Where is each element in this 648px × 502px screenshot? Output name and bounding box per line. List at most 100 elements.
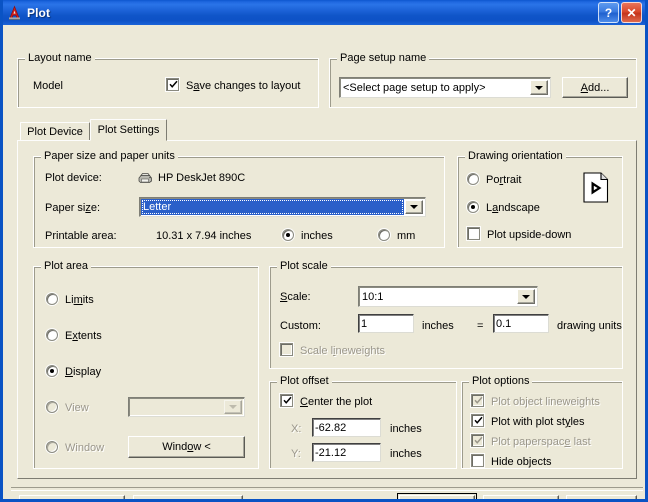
title-bar[interactable]: Plot ? ✕ [3, 0, 645, 25]
plot-area-group: Plot area LimitsLimits ExtentsExtents Di… [33, 260, 259, 469]
scale-lineweights-checkbox [280, 343, 293, 356]
units-mm-radio[interactable] [378, 229, 390, 241]
chevron-down-icon [224, 400, 242, 414]
plot-offset-group-title: Plot offset [277, 375, 332, 387]
hide-objects-checkbox[interactable] [471, 454, 484, 467]
plot-area-extents-label: ExtentsExtents [65, 330, 102, 342]
dialog-client-area: Layout name Model SaSave changes to layo… [3, 25, 645, 499]
plot-options-group: Plot options Plot object lineweights Plo… [461, 375, 623, 469]
close-icon[interactable]: ✕ [621, 2, 642, 23]
offset-x-input[interactable]: -62.82 [312, 418, 381, 437]
offset-x-label: X: [291, 423, 302, 435]
printable-area-value: 10.31 x 7.94 inches [156, 230, 252, 242]
checkmark-icon [169, 80, 178, 88]
plot-area-view-combo [128, 397, 245, 417]
ok-button[interactable]: OK [397, 493, 477, 499]
paper-size-label: Paper size:Paper size: [45, 202, 101, 214]
plot-area-extents-radio[interactable] [46, 329, 58, 341]
tab-plot-device-label: Plot Device [27, 126, 83, 138]
add-page-setup-button[interactable]: Add...Add... [562, 77, 628, 98]
plot-with-plot-styles-label: Plot with plot stylesPlot with plot styl… [491, 416, 585, 428]
chevron-down-icon[interactable] [405, 200, 423, 214]
checkmark-icon [283, 396, 292, 404]
chevron-down-icon[interactable] [530, 80, 548, 95]
orientation-landscape-label: LandscapeLandscape [486, 202, 540, 214]
plot-area-view-radio [46, 401, 58, 413]
plot-area-window-radio [46, 441, 58, 453]
plot-options-group-title: Plot options [469, 375, 533, 387]
radio-dot [471, 205, 475, 209]
scale-label: Scale:Scale: [280, 291, 311, 303]
plot-upside-down-label: Plot upside-down [487, 229, 572, 241]
plot-device-label: Plot device: [45, 172, 102, 184]
full-preview-button[interactable]: Full Preview...Full Preview... [19, 495, 125, 499]
custom-units-value: 0.1 [496, 317, 512, 330]
save-changes-checkbox[interactable] [166, 78, 179, 91]
equals-sign: = [477, 320, 484, 332]
radio-dot [50, 369, 54, 373]
layout-name-group-title: Layout name [25, 52, 95, 64]
plot-paperspace-last-label: Plot paperspace lastPlot paperspace last [491, 436, 591, 448]
orientation-portrait-radio[interactable] [467, 173, 479, 185]
paper-size-combo[interactable]: Letter [139, 197, 426, 217]
plot-object-lineweights-label: Plot object lineweights [491, 396, 600, 408]
custom-units-input[interactable]: 0.1 [493, 314, 549, 333]
paper-size-group: Paper size and paper units Plot device: … [33, 150, 445, 248]
plot-area-view-label: View [65, 402, 89, 414]
drawing-units-label: drawing units [557, 320, 622, 332]
offset-y-value: -21.12 [315, 446, 347, 459]
plot-with-plot-styles-checkbox[interactable] [471, 414, 484, 427]
custom-inches-value: 1 [361, 317, 368, 330]
layout-name-group: Layout name Model SaSave changes to layo… [17, 52, 319, 108]
landscape-page-icon [583, 172, 609, 203]
footer-divider [11, 487, 643, 491]
scale-lineweights-label: Scale lineweightsScale lineweights [300, 345, 386, 357]
center-the-plot-label: Center the plotCenter the plot [300, 396, 373, 408]
tab-plot-settings[interactable]: Plot Settings [90, 119, 167, 141]
partial-preview-button[interactable]: Partial Preview...Partial Preview... [133, 495, 243, 499]
units-mm-label: mm [397, 230, 416, 242]
tab-plot-device[interactable]: Plot Device [20, 122, 90, 141]
help-footer-button[interactable]: HelpHelp [566, 495, 637, 499]
plot-area-display-radio[interactable] [46, 365, 58, 377]
help-button[interactable]: ? [598, 2, 619, 23]
plot-area-window-label: Window [65, 442, 105, 454]
title-button-group: ? ✕ [598, 2, 642, 23]
plot-scale-group-title: Plot scale [277, 260, 331, 272]
plot-area-limits-radio[interactable] [46, 293, 58, 305]
plot-area-limits-label: LimitsLimits [65, 294, 94, 306]
units-inches-radio[interactable] [282, 229, 294, 241]
add-button-label: Add...Add... [580, 81, 610, 94]
plot-device-value: HP DeskJet 890C [158, 172, 246, 184]
center-the-plot-checkbox[interactable] [280, 394, 293, 407]
plot-area-view-combo-value [129, 398, 224, 416]
scale-combo[interactable]: 10:1 [358, 286, 538, 307]
units-inches-label: inches [301, 230, 333, 242]
custom-inches-input[interactable]: 1 [358, 314, 414, 333]
hide-objects-label: Hide objects [491, 456, 552, 468]
orientation-landscape-radio[interactable] [467, 201, 479, 213]
plot-paperspace-last-checkbox [471, 434, 484, 447]
checkmark-icon [474, 416, 483, 424]
page-setup-combo-value: <Select page setup to apply> [343, 81, 486, 94]
offset-x-units-label: inches [390, 423, 422, 435]
offset-y-input[interactable]: -21.12 [312, 443, 381, 462]
paper-size-combo-value: Letter [141, 199, 404, 215]
offset-x-value: -62.82 [315, 421, 347, 434]
drawing-orientation-group-title: Drawing orientation [465, 150, 566, 162]
plot-upside-down-checkbox[interactable] [467, 227, 480, 240]
save-changes-label: SaSave changes to layoutve changes to la… [186, 80, 301, 92]
window-pick-button[interactable]: Window <Window < [128, 436, 245, 458]
autocad-a-icon [7, 5, 23, 21]
page-setup-group: Page setup name <Select page setup to ap… [329, 52, 637, 108]
cancel-button[interactable]: Cancel [483, 495, 559, 499]
plot-object-lineweights-checkbox [471, 394, 484, 407]
layout-name-value: Model [33, 80, 63, 92]
custom-label: Custom: [280, 320, 321, 332]
page-setup-combo[interactable]: <Select page setup to apply> [339, 77, 551, 98]
page-setup-group-title: Page setup name [337, 52, 430, 64]
orientation-portrait-label: PortraitPortrait [486, 174, 522, 186]
plot-area-display-label: DisplayDisplay [65, 366, 102, 378]
chevron-down-icon[interactable] [517, 289, 535, 304]
checkmark-icon [474, 396, 483, 404]
